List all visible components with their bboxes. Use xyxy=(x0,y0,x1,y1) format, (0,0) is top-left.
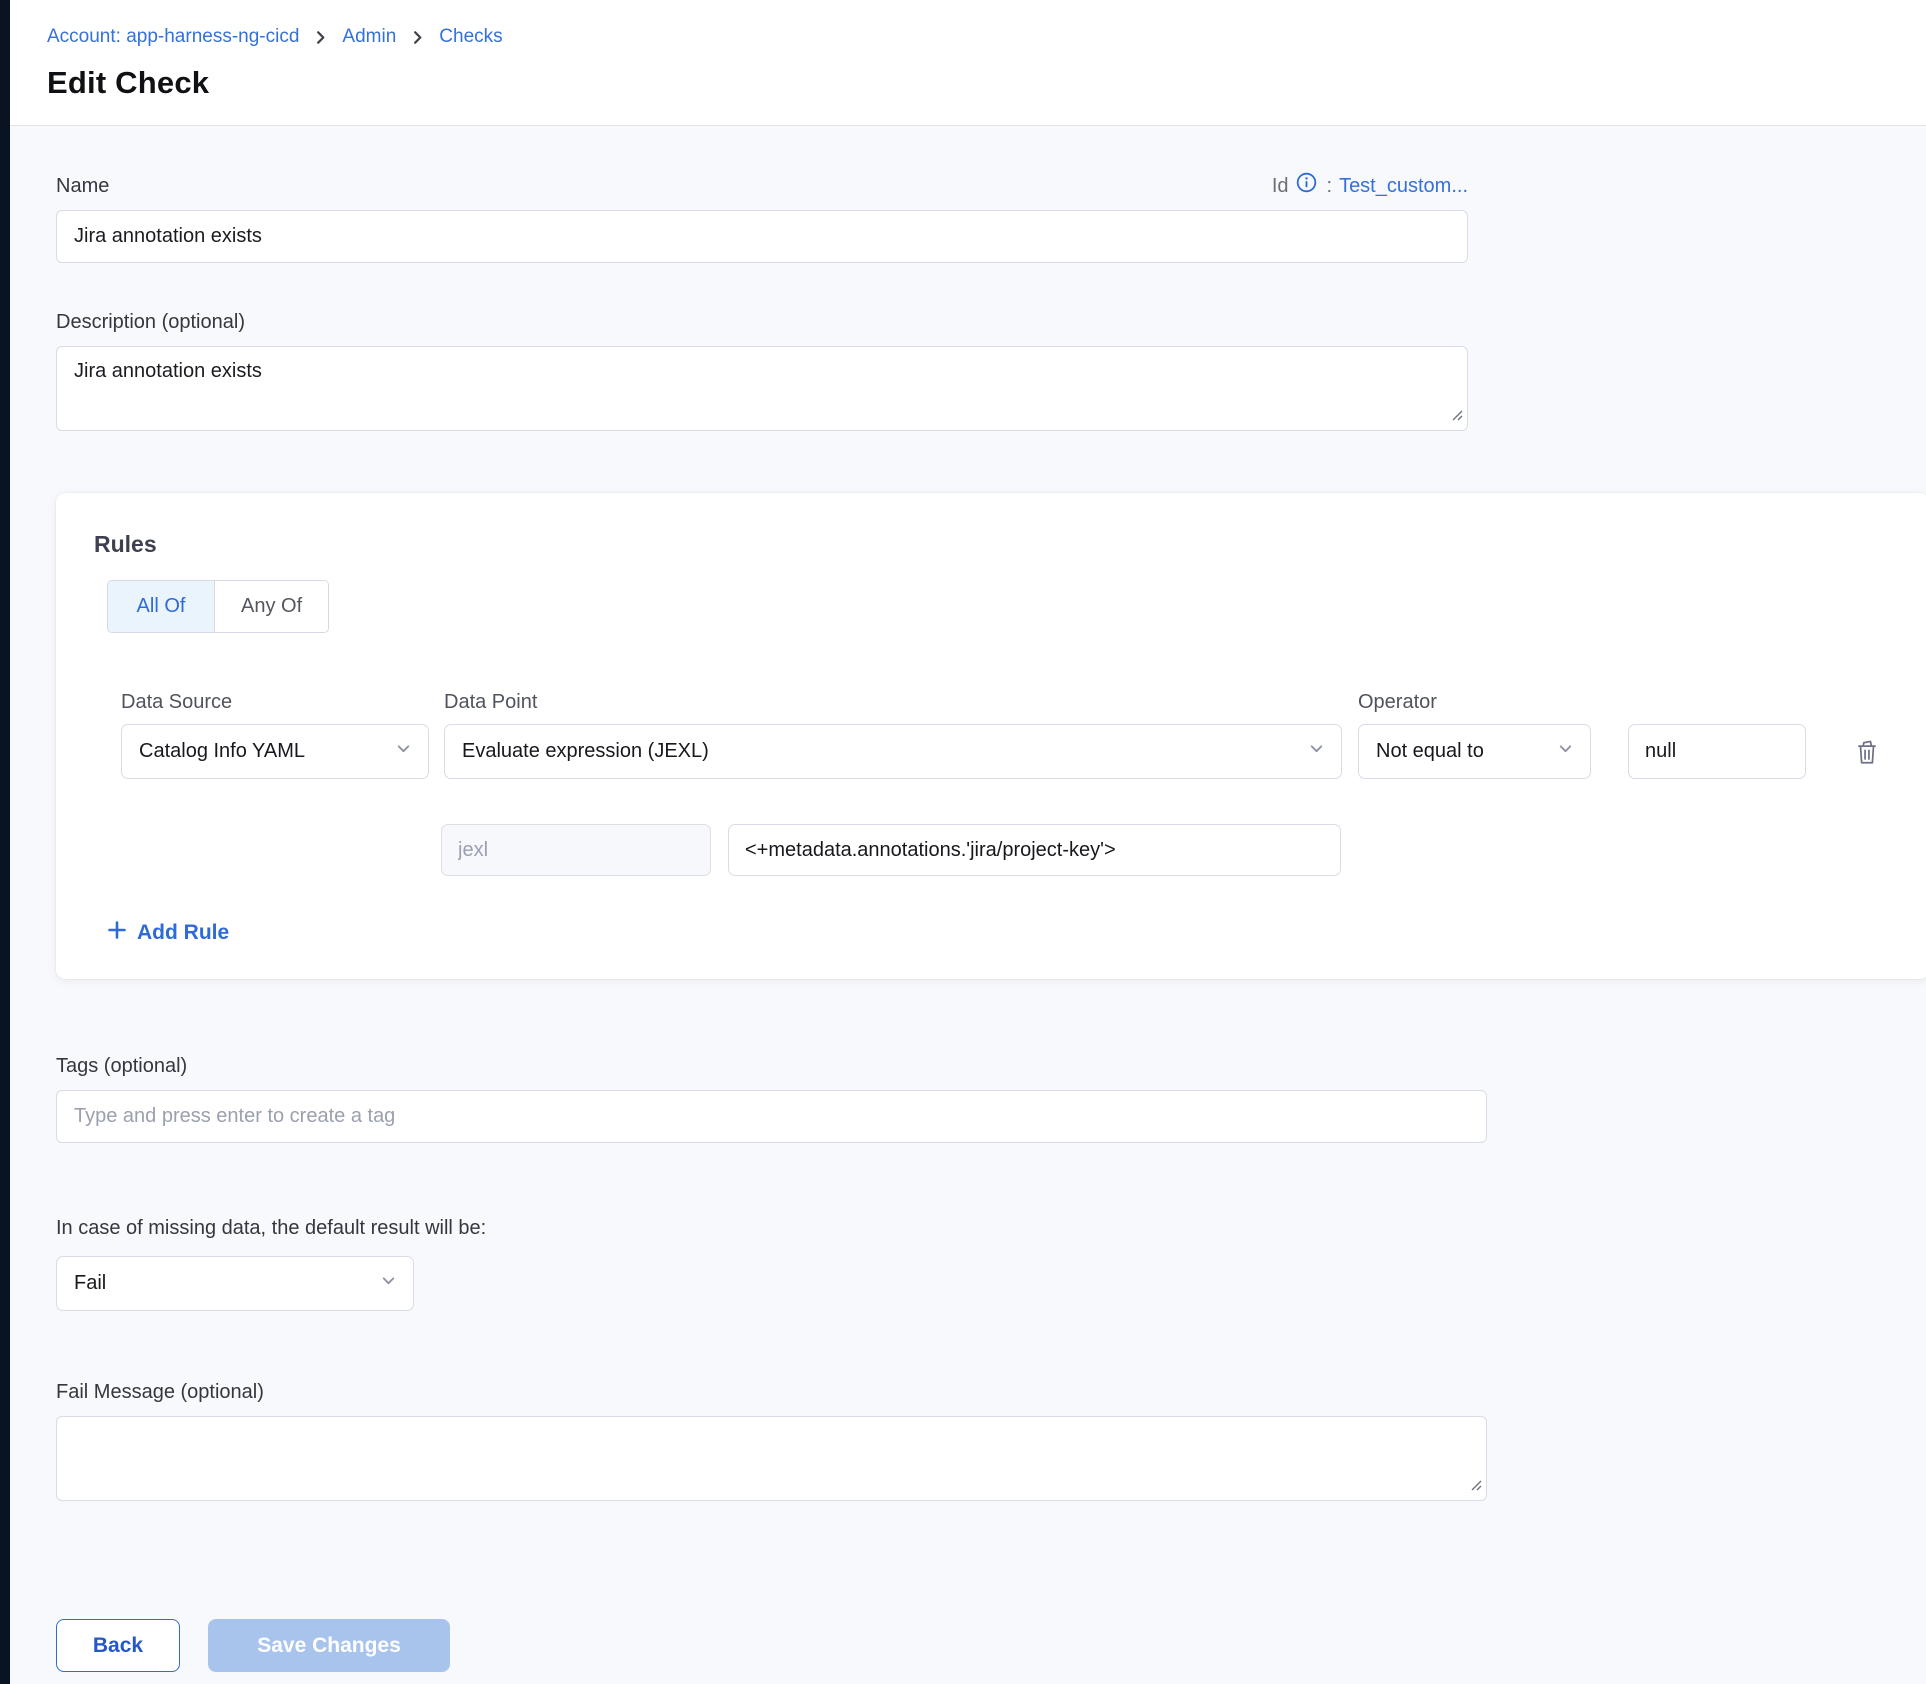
data-point-select[interactable]: Evaluate expression (JEXL) xyxy=(444,724,1342,779)
rule-expression-row xyxy=(441,824,1891,876)
check-id-link[interactable]: Test_custom... xyxy=(1339,175,1468,198)
operand-input[interactable] xyxy=(1628,724,1806,779)
chevron-down-icon xyxy=(380,1272,397,1295)
rule-column-labels: Data Source Data Point Operator xyxy=(121,691,1891,714)
chevron-down-icon xyxy=(1557,740,1574,763)
fail-message-label: Fail Message (optional) xyxy=(56,1381,264,1403)
breadcrumb-admin-link[interactable]: Admin xyxy=(342,26,396,48)
rule-editor: Data Source Data Point Operator Catalog … xyxy=(121,691,1891,876)
delete-rule-button[interactable] xyxy=(1850,735,1884,769)
data-source-value: Catalog Info YAML xyxy=(139,740,305,763)
chevron-down-icon xyxy=(1308,740,1325,763)
rules-mode-toggle: All Of Any Of xyxy=(107,580,329,633)
back-button[interactable]: Back xyxy=(56,1619,180,1672)
description-section: Description (optional) Jira annotation e… xyxy=(56,311,1926,431)
page-header: Account: app-harness-ng-cicd Admin Check… xyxy=(10,0,1926,126)
operator-value: Not equal to xyxy=(1376,740,1484,763)
name-label: Name xyxy=(56,175,109,198)
data-source-select[interactable]: Catalog Info YAML xyxy=(121,724,429,779)
expression-input[interactable] xyxy=(728,824,1341,876)
edit-check-form: Name Id : Test_custom... Description (op… xyxy=(10,175,1926,1672)
id-label: Id xyxy=(1272,175,1289,198)
save-changes-button[interactable]: Save Changes xyxy=(208,1619,450,1672)
breadcrumb: Account: app-harness-ng-cicd Admin Check… xyxy=(47,26,1926,48)
breadcrumb-chevron-icon xyxy=(410,30,425,45)
data-point-label: Data Point xyxy=(444,691,1342,714)
rules-title: Rules xyxy=(94,531,1891,558)
check-id-wrap: Id : Test_custom... xyxy=(1272,175,1468,198)
fail-message-textarea[interactable] xyxy=(56,1416,1487,1501)
default-result-select[interactable]: Fail xyxy=(56,1256,414,1311)
info-icon[interactable] xyxy=(1296,172,1317,193)
rules-card: Rules All Of Any Of Data Source Data Poi… xyxy=(56,493,1926,979)
tags-input[interactable] xyxy=(56,1090,1487,1143)
missing-data-label: In case of missing data, the default res… xyxy=(56,1217,1926,1240)
page-title: Edit Check xyxy=(47,65,1926,101)
tags-label: Tags (optional) xyxy=(56,1055,187,1077)
name-input[interactable] xyxy=(56,210,1468,263)
description-textarea[interactable]: Jira annotation exists xyxy=(56,346,1468,431)
id-separator: : xyxy=(1327,175,1333,198)
data-point-value: Evaluate expression (JEXL) xyxy=(462,740,709,763)
missing-data-section: In case of missing data, the default res… xyxy=(56,1217,1926,1311)
default-result-value: Fail xyxy=(74,1272,106,1295)
tab-any-of[interactable]: Any Of xyxy=(215,581,328,632)
plus-icon xyxy=(107,920,127,945)
trash-icon xyxy=(1854,738,1880,766)
operator-select[interactable]: Not equal to xyxy=(1358,724,1591,779)
rule-row: Catalog Info YAML Evaluate expression (J… xyxy=(121,724,1891,779)
form-actions: Back Save Changes xyxy=(56,1619,1926,1672)
description-label: Description (optional) xyxy=(56,311,245,333)
data-source-label: Data Source xyxy=(121,691,429,714)
add-rule-button[interactable]: Add Rule xyxy=(107,920,229,945)
jexl-input[interactable] xyxy=(441,824,711,876)
name-id-row: Name Id : Test_custom... xyxy=(56,175,1468,198)
tab-all-of[interactable]: All Of xyxy=(108,581,215,632)
chevron-down-icon xyxy=(395,740,412,763)
add-rule-label: Add Rule xyxy=(137,921,229,945)
breadcrumb-checks-link[interactable]: Checks xyxy=(439,26,502,48)
operator-label: Operator xyxy=(1358,691,1591,714)
breadcrumb-account-link[interactable]: Account: app-harness-ng-cicd xyxy=(47,26,299,48)
breadcrumb-chevron-icon xyxy=(313,30,328,45)
fail-message-section: Fail Message (optional) xyxy=(56,1381,1926,1501)
app-side-strip xyxy=(0,0,10,1684)
edit-check-page: Account: app-harness-ng-cicd Admin Check… xyxy=(10,0,1926,1672)
tags-section: Tags (optional) xyxy=(56,1055,1926,1143)
